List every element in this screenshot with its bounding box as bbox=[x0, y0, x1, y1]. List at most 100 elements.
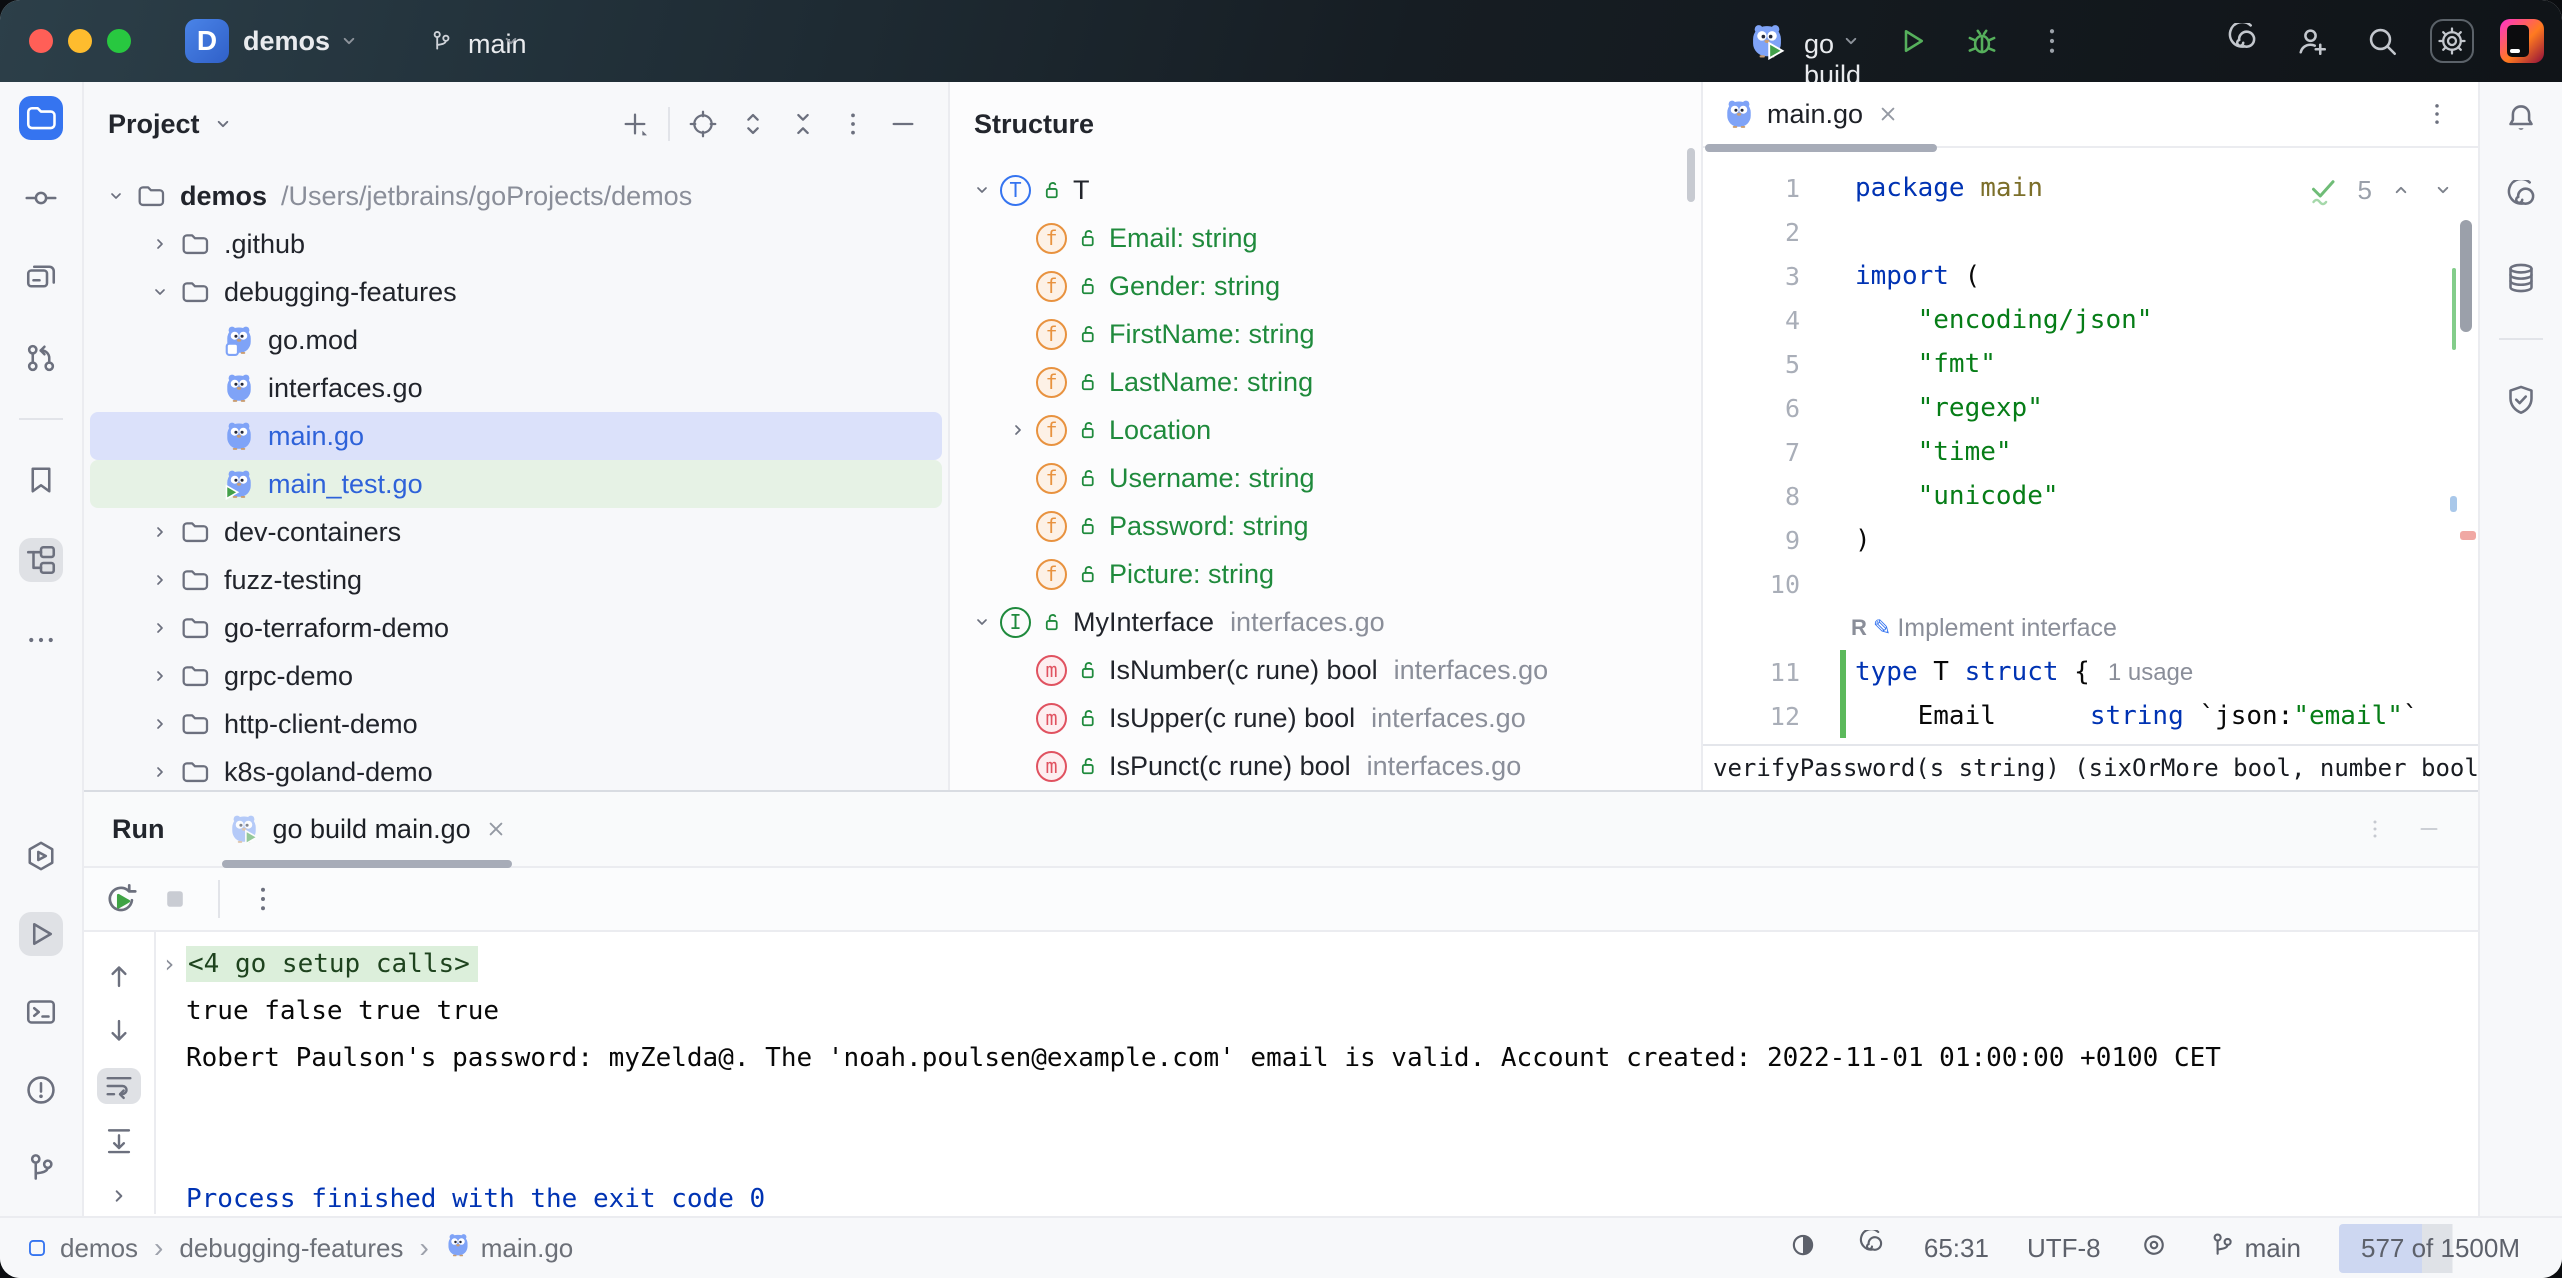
chevron-right-icon[interactable] bbox=[142, 664, 178, 688]
ai-icon[interactable] bbox=[2220, 19, 2264, 63]
structure-item-IsPunct[interactable]: mIsPunct(c rune) boolinterfaces.go bbox=[950, 742, 1701, 790]
project-folder-button[interactable] bbox=[19, 96, 63, 140]
tree-item-k8s-goland-demo[interactable]: k8s-goland-demo bbox=[90, 748, 942, 790]
ai-button[interactable] bbox=[2499, 176, 2543, 220]
structure-item-Username[interactable]: fUsername: string bbox=[950, 454, 1701, 502]
structure-item-Password[interactable]: fPassword: string bbox=[950, 502, 1701, 550]
line-column-widget[interactable]: 65:31 bbox=[1924, 1233, 1989, 1264]
run-tab-go-build[interactable]: go build main.go bbox=[228, 813, 508, 845]
structure-item-LastName[interactable]: fLastName: string bbox=[950, 358, 1701, 406]
console[interactable]: ›<4 go setup calls>true false true trueR… bbox=[84, 932, 2478, 1214]
ai-icon[interactable] bbox=[1856, 1230, 1886, 1267]
vcs-branch-widget[interactable]: main bbox=[428, 28, 524, 54]
memory-widget[interactable]: 577 of 1500M bbox=[2339, 1224, 2542, 1273]
code-vision-hint[interactable]: R✎Implement interface bbox=[1703, 606, 2478, 650]
play-icon[interactable] bbox=[1890, 19, 1934, 63]
project-title[interactable]: Project bbox=[108, 109, 200, 140]
more-h-button[interactable] bbox=[19, 618, 63, 662]
shield-button[interactable] bbox=[2499, 378, 2543, 422]
run-button[interactable] bbox=[19, 912, 63, 956]
code-line-9[interactable]: 9) bbox=[1703, 518, 2478, 562]
editor-scrollbar[interactable] bbox=[2460, 220, 2472, 332]
usage-hint[interactable]: 1 usage bbox=[2108, 659, 2193, 686]
code-line-12[interactable]: 12 Email string `json:"email"` bbox=[1703, 694, 2478, 738]
tree-item-go.mod[interactable]: go.mod bbox=[90, 316, 942, 364]
commit-button[interactable] bbox=[19, 176, 63, 220]
branch-widget[interactable]: main bbox=[2207, 1230, 2301, 1267]
chevron-down-icon[interactable] bbox=[98, 184, 134, 208]
debug-icon[interactable] bbox=[1960, 19, 2004, 63]
chevron-right-icon[interactable] bbox=[142, 520, 178, 544]
soft-wrap-icon[interactable] bbox=[97, 1068, 141, 1105]
tree-item-debugging-features[interactable]: debugging-features bbox=[90, 268, 942, 316]
stop-icon[interactable] bbox=[154, 878, 196, 920]
git-branch-button[interactable] bbox=[19, 1146, 63, 1190]
close-tab-icon[interactable] bbox=[483, 816, 509, 842]
structure-item-MyInterface[interactable]: IMyInterfaceinterfaces.go bbox=[950, 598, 1701, 646]
structure-scrollbar[interactable] bbox=[1687, 148, 1695, 202]
run-config-selector[interactable]: go build main.go bbox=[1748, 22, 1864, 60]
add-icon[interactable] bbox=[614, 103, 656, 145]
structure-item-IsUpper[interactable]: mIsUpper(c rune) boolinterfaces.go bbox=[950, 694, 1701, 742]
structure-item-Email[interactable]: fEmail: string bbox=[950, 214, 1701, 262]
tree-item-.github[interactable]: .github bbox=[90, 220, 942, 268]
expand-all-icon[interactable] bbox=[732, 103, 774, 145]
chevron-right-icon[interactable] bbox=[97, 1177, 141, 1214]
close-tab-icon[interactable] bbox=[1875, 101, 1901, 127]
chevron-down-icon[interactable] bbox=[964, 610, 1000, 634]
chevron-down-icon[interactable] bbox=[336, 28, 362, 54]
tree-item-fuzz-testing[interactable]: fuzz-testing bbox=[90, 556, 942, 604]
inspection-widget[interactable]: 5 bbox=[2306, 168, 2456, 212]
chevron-right-icon[interactable] bbox=[142, 712, 178, 736]
chevron-down-icon[interactable] bbox=[964, 178, 1000, 202]
chevron-right-icon[interactable] bbox=[142, 568, 178, 592]
maximize-window-button[interactable] bbox=[107, 29, 131, 53]
chevron-right-icon[interactable] bbox=[1000, 418, 1036, 442]
tab-main-go[interactable]: main.go bbox=[1703, 82, 1921, 146]
more-v-icon[interactable] bbox=[2030, 19, 2074, 63]
structure-item-Picture[interactable]: fPicture: string bbox=[950, 550, 1701, 598]
code-line-8[interactable]: 8 "unicode" bbox=[1703, 474, 2478, 518]
code-line-5[interactable]: 5 "fmt" bbox=[1703, 342, 2478, 386]
code-line-3[interactable]: 3import ( bbox=[1703, 254, 2478, 298]
add-user-icon[interactable] bbox=[2290, 19, 2334, 63]
project-selector[interactable]: demos bbox=[243, 26, 330, 57]
locate-icon[interactable] bbox=[682, 103, 724, 145]
chevron-right-icon[interactable] bbox=[142, 616, 178, 640]
code-line-6[interactable]: 6 "regexp" bbox=[1703, 386, 2478, 430]
tree-item-go-terraform-demo[interactable]: go-terraform-demo bbox=[90, 604, 942, 652]
scroll-end-icon[interactable] bbox=[97, 1122, 141, 1159]
structure-item-Location[interactable]: fLocation bbox=[950, 406, 1701, 454]
code-line-4[interactable]: 4 "encoding/json" bbox=[1703, 298, 2478, 342]
close-window-button[interactable] bbox=[29, 29, 53, 53]
structure-item-FirstName[interactable]: fFirstName: string bbox=[950, 310, 1701, 358]
minimize-window-button[interactable] bbox=[68, 29, 92, 53]
structure-item-Gender[interactable]: fGender: string bbox=[950, 262, 1701, 310]
settings-icon[interactable] bbox=[2430, 19, 2474, 63]
arrow-down-icon[interactable] bbox=[97, 1013, 141, 1050]
search-icon[interactable] bbox=[2360, 19, 2404, 63]
prev-problem-icon[interactable] bbox=[2388, 177, 2414, 203]
tree-item-main.go[interactable]: main.go bbox=[90, 412, 942, 460]
readonly-icon[interactable] bbox=[2139, 1230, 2169, 1267]
breadcrumb-item-main.go[interactable]: main.go bbox=[445, 1232, 574, 1265]
code-line-2[interactable]: 2 bbox=[1703, 210, 2478, 254]
editor-more-icon[interactable] bbox=[2422, 99, 2452, 129]
pull-requests-button[interactable] bbox=[19, 336, 63, 380]
arrow-up-icon[interactable] bbox=[97, 958, 141, 995]
structure-item-T[interactable]: TT bbox=[950, 166, 1701, 214]
rerun-icon[interactable] bbox=[100, 878, 142, 920]
tree-item-main_test.go[interactable]: main_test.go bbox=[90, 460, 942, 508]
sticky-context-line[interactable]: verifyPassword(s string) (sixOrMore bool… bbox=[1703, 744, 2478, 790]
tree-item-http-client-demo[interactable]: http-client-demo bbox=[90, 700, 942, 748]
tree-item-grpc-demo[interactable]: grpc-demo bbox=[90, 652, 942, 700]
structure-tw-button[interactable] bbox=[19, 538, 63, 582]
chevron-right-icon[interactable] bbox=[142, 760, 178, 784]
collapse-all-icon[interactable] bbox=[782, 103, 824, 145]
tree-item-demos[interactable]: demos/Users/jetbrains/goProjects/demos bbox=[90, 172, 942, 220]
code-line-11[interactable]: 11type T struct {1 usage bbox=[1703, 650, 2478, 694]
contrast-icon[interactable] bbox=[1788, 1230, 1818, 1267]
database-button[interactable] bbox=[2499, 256, 2543, 300]
more-v-icon[interactable] bbox=[242, 878, 284, 920]
chevron-right-icon[interactable] bbox=[142, 232, 178, 256]
